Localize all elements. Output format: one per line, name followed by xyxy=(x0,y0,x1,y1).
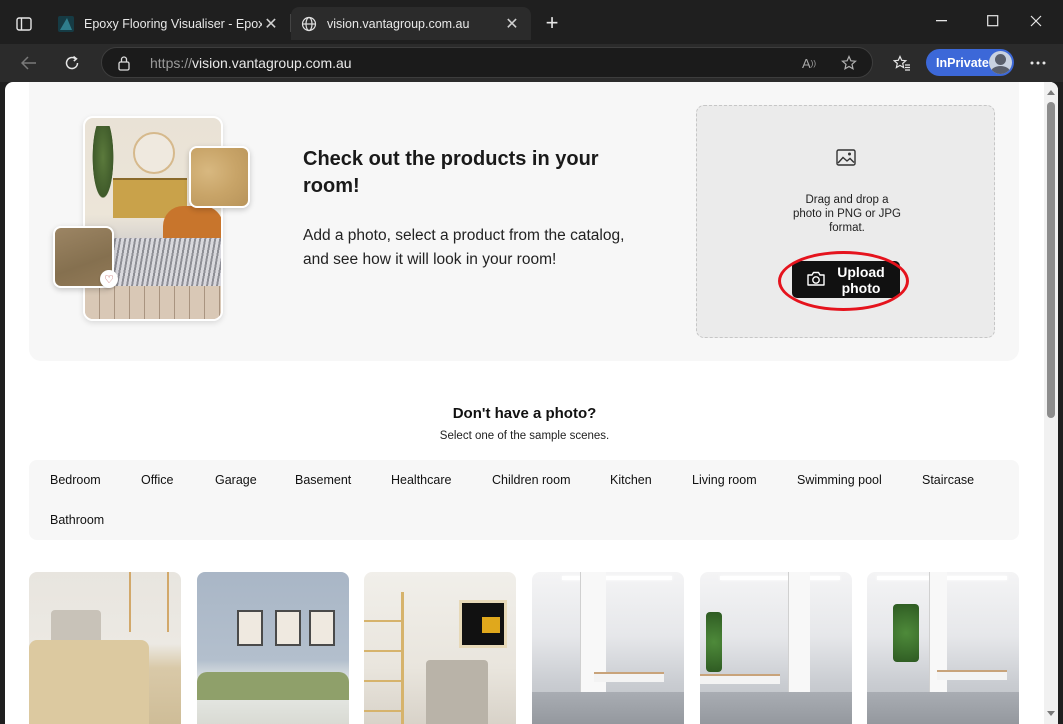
url-host: vision.vantagroup.com.au xyxy=(192,55,352,71)
close-tab-icon[interactable]: ✕ xyxy=(503,15,521,33)
close-window-icon[interactable] xyxy=(1013,8,1059,34)
browser-toolbar: https://vision.vantagroup.com.au A)) InP… xyxy=(0,44,1063,82)
hero-section: ♡ Check out the products in your room! A… xyxy=(29,82,1019,361)
sample-scene-grid xyxy=(29,572,1019,724)
upload-photo-label: Upload photo xyxy=(837,263,885,296)
scroll-down-icon[interactable] xyxy=(1047,711,1055,716)
back-arrow-icon[interactable] xyxy=(15,49,43,77)
scene-tab-bathroom[interactable]: Bathroom xyxy=(50,513,104,527)
scene-tab-children-room[interactable]: Children room xyxy=(492,473,571,487)
site-favicon-icon xyxy=(58,15,74,32)
inprivate-label: InPrivate xyxy=(936,55,989,70)
scene-thumbnail-office-3[interactable] xyxy=(867,572,1019,724)
favorites-icon[interactable] xyxy=(888,49,916,77)
heart-icon[interactable]: ♡ xyxy=(100,270,118,288)
address-bar[interactable]: https://vision.vantagroup.com.au A)) xyxy=(101,47,873,78)
url-text[interactable]: https://vision.vantagroup.com.au xyxy=(150,55,352,71)
url-protocol: https:// xyxy=(150,55,193,71)
vertical-scrollbar[interactable] xyxy=(1044,82,1058,724)
scene-tab-staircase[interactable]: Staircase xyxy=(922,473,974,487)
scene-thumbnail-bedroom-2[interactable] xyxy=(197,572,349,724)
scene-tab-swimming-pool[interactable]: Swimming pool xyxy=(797,473,882,487)
hero-description: Add a photo, select a product from the c… xyxy=(303,227,625,268)
favorite-star-icon[interactable] xyxy=(840,54,858,72)
scene-tab-office[interactable]: Office xyxy=(141,473,173,487)
tab-title: vision.vantagroup.com.au xyxy=(327,16,470,31)
scene-tab-kitchen[interactable]: Kitchen xyxy=(610,473,652,487)
new-tab-icon[interactable]: + xyxy=(540,12,564,36)
camera-icon xyxy=(806,270,826,290)
upload-photo-button[interactable]: Upload photo xyxy=(792,261,900,298)
no-photo-subtitle: Select one of the sample scenes. xyxy=(439,430,610,442)
scroll-up-icon[interactable] xyxy=(1047,90,1055,95)
tab-bar: Epoxy Flooring Visualiser - Epoxy ✕ visi… xyxy=(0,0,1063,44)
scene-tab-garage[interactable]: Garage xyxy=(215,473,257,487)
scene-thumbnail-office-2[interactable] xyxy=(700,572,852,724)
scene-thumbnail-bedroom-1[interactable] xyxy=(29,572,181,724)
scene-tab-basement[interactable]: Basement xyxy=(295,473,351,487)
scene-thumbnail-office-1[interactable] xyxy=(532,572,684,724)
profile-avatar-icon xyxy=(989,51,1012,74)
dropzone-instructions: Drag and drop a photo in PNG or JPG form… xyxy=(792,194,902,234)
no-photo-title: Don't have a photo? xyxy=(452,405,597,422)
close-tab-icon[interactable]: ✕ xyxy=(262,15,280,33)
tab-vision-vantagroup[interactable]: vision.vantagroup.com.au ✕ xyxy=(291,7,531,40)
minimize-icon[interactable] xyxy=(919,8,965,34)
globe-icon xyxy=(301,16,317,32)
scrollbar-thumb[interactable] xyxy=(1047,102,1055,418)
tab-epoxy-visualiser[interactable]: Epoxy Flooring Visualiser - Epoxy ✕ xyxy=(48,7,290,40)
more-options-icon[interactable] xyxy=(1024,49,1052,77)
page-viewport: ♡ Check out the products in your room! A… xyxy=(5,82,1058,724)
image-icon xyxy=(836,149,856,167)
hero-title: Check out the products in your room! xyxy=(303,148,599,197)
scene-thumbnail-bedroom-3[interactable] xyxy=(364,572,516,724)
maximize-icon[interactable] xyxy=(970,8,1016,34)
scene-tab-healthcare[interactable]: Healthcare xyxy=(391,473,451,487)
lock-icon[interactable] xyxy=(117,55,133,71)
read-aloud-icon[interactable]: A)) xyxy=(800,54,818,72)
inprivate-badge[interactable]: InPrivate xyxy=(926,49,1014,76)
tab-title: Epoxy Flooring Visualiser - Epoxy xyxy=(84,16,262,31)
scene-tab-living-room[interactable]: Living room xyxy=(692,473,757,487)
scene-categories: Bedroom Office Garage Basement Healthcar… xyxy=(29,460,1019,540)
wood-sample-light xyxy=(189,146,250,208)
scene-tab-bedroom[interactable]: Bedroom xyxy=(50,473,101,487)
tab-actions-icon[interactable] xyxy=(10,12,38,36)
photo-dropzone[interactable]: Drag and drop a photo in PNG or JPG form… xyxy=(696,105,995,338)
refresh-icon[interactable] xyxy=(58,49,86,77)
